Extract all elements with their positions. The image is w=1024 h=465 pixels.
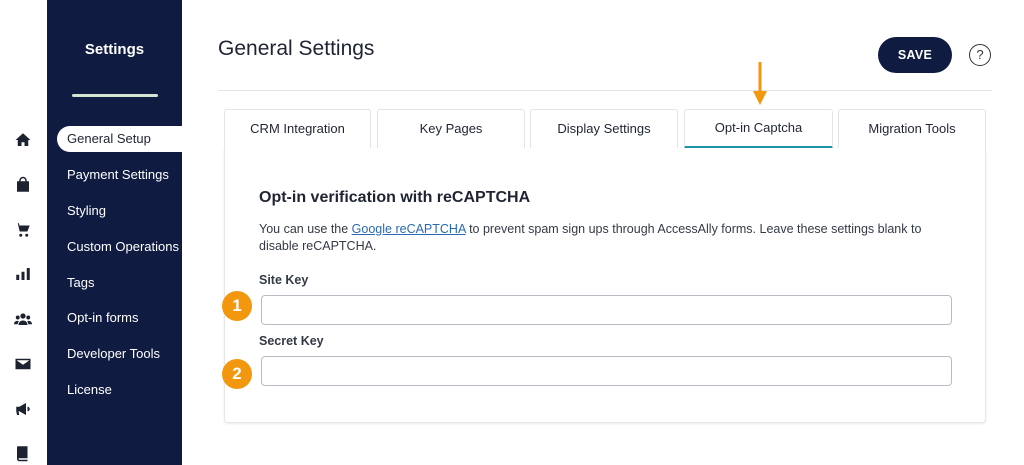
help-icon[interactable]: ?	[969, 44, 991, 66]
secret-key-input[interactable]	[261, 356, 952, 386]
site-key-input[interactable]	[261, 295, 952, 325]
sidebar-item-custom-operations[interactable]: Custom Operations	[57, 234, 182, 260]
panel-heading: Opt-in verification with reCAPTCHA	[259, 189, 531, 206]
sidebar-item-developer-tools[interactable]: Developer Tools	[57, 341, 182, 367]
book-icon[interactable]	[13, 443, 33, 463]
sidebar-item-opt-in-forms[interactable]: Opt-in forms	[57, 305, 182, 331]
google-recaptcha-link[interactable]: Google reCAPTCHA	[352, 222, 466, 236]
cart-icon[interactable]	[13, 220, 33, 240]
sidebar-title: Settings	[84, 41, 145, 58]
panel-description: You can use the Google reCAPTCHA to prev…	[259, 221, 939, 255]
mail-icon[interactable]	[13, 354, 33, 374]
megaphone-icon[interactable]	[13, 399, 33, 419]
sidebar-divider	[72, 94, 158, 97]
settings-sidebar: Settings General Setup Payment Settings …	[47, 0, 182, 465]
tab-crm-integration[interactable]: CRM Integration	[224, 109, 371, 149]
save-button[interactable]: SAVE	[878, 37, 952, 73]
bar-chart-icon[interactable]	[13, 264, 33, 284]
sidebar-item-license[interactable]: License	[57, 377, 182, 403]
icon-rail	[0, 0, 47, 465]
tab-display-settings[interactable]: Display Settings	[530, 109, 678, 149]
step-badge-1: 1	[222, 291, 252, 321]
page-title: General Settings	[218, 37, 375, 60]
tab-key-pages[interactable]: Key Pages	[377, 109, 525, 149]
description-text-start: You can use the	[259, 222, 352, 236]
secret-key-label: Secret Key	[259, 334, 324, 348]
site-key-label: Site Key	[259, 273, 309, 287]
step-badge-2: 2	[222, 359, 252, 389]
store-icon[interactable]	[13, 175, 33, 195]
sidebar-item-tags[interactable]: Tags	[57, 270, 182, 296]
sidebar-item-general-setup[interactable]: General Setup	[57, 126, 182, 152]
header-divider	[218, 90, 992, 91]
arrow-annotation-icon	[753, 62, 767, 105]
sidebar-item-payment-settings[interactable]: Payment Settings	[57, 162, 182, 188]
tab-opt-in-captcha[interactable]: Opt-in Captcha	[684, 109, 833, 149]
tab-migration-tools[interactable]: Migration Tools	[838, 109, 986, 149]
sidebar-item-styling[interactable]: Styling	[57, 198, 182, 224]
home-icon[interactable]	[13, 130, 33, 150]
users-icon[interactable]	[13, 309, 33, 329]
